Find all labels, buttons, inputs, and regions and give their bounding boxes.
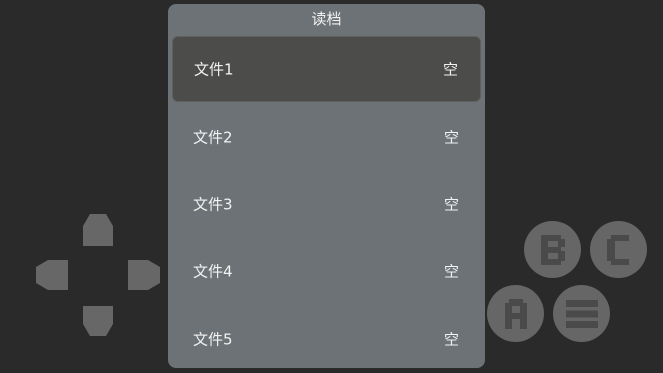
button-c-icon [606,234,629,265]
slot-status: 空 [443,195,459,214]
button-a[interactable] [487,285,544,342]
load-dialog: 读档 文件1 空 文件2 空 文件3 空 文件4 空 文件5 空 [168,4,485,368]
button-b-icon [540,234,565,265]
save-slot-1[interactable]: 文件1 空 [172,36,481,102]
dpad-up-icon[interactable] [83,214,113,246]
dialog-title: 读档 [311,10,342,28]
save-slot-3[interactable]: 文件3 空 [172,171,481,237]
slot-name: 文件3 [193,195,233,214]
slot-name: 文件1 [194,60,234,79]
slot-status: 空 [443,262,459,281]
button-a-icon [504,298,527,329]
dpad [36,212,160,338]
button-c[interactable] [590,221,647,278]
menu-button[interactable] [553,285,610,342]
slot-name: 文件2 [193,128,233,147]
save-slot-4[interactable]: 文件4 空 [172,238,481,304]
slot-status: 空 [442,60,458,79]
slot-status: 空 [443,330,459,349]
dpad-down-icon[interactable] [83,306,113,336]
dpad-left-icon[interactable] [36,260,68,290]
button-b[interactable] [524,221,581,278]
save-slot-2[interactable]: 文件2 空 [172,104,481,170]
game-screen: 读档 文件1 空 文件2 空 文件3 空 文件4 空 文件5 空 [0,0,663,373]
slot-status: 空 [443,128,459,147]
save-slot-5[interactable]: 文件5 空 [172,306,481,368]
dpad-right-icon[interactable] [128,260,160,290]
slot-name: 文件5 [193,330,233,349]
slot-name: 文件4 [193,262,233,281]
menu-icon [565,299,598,328]
